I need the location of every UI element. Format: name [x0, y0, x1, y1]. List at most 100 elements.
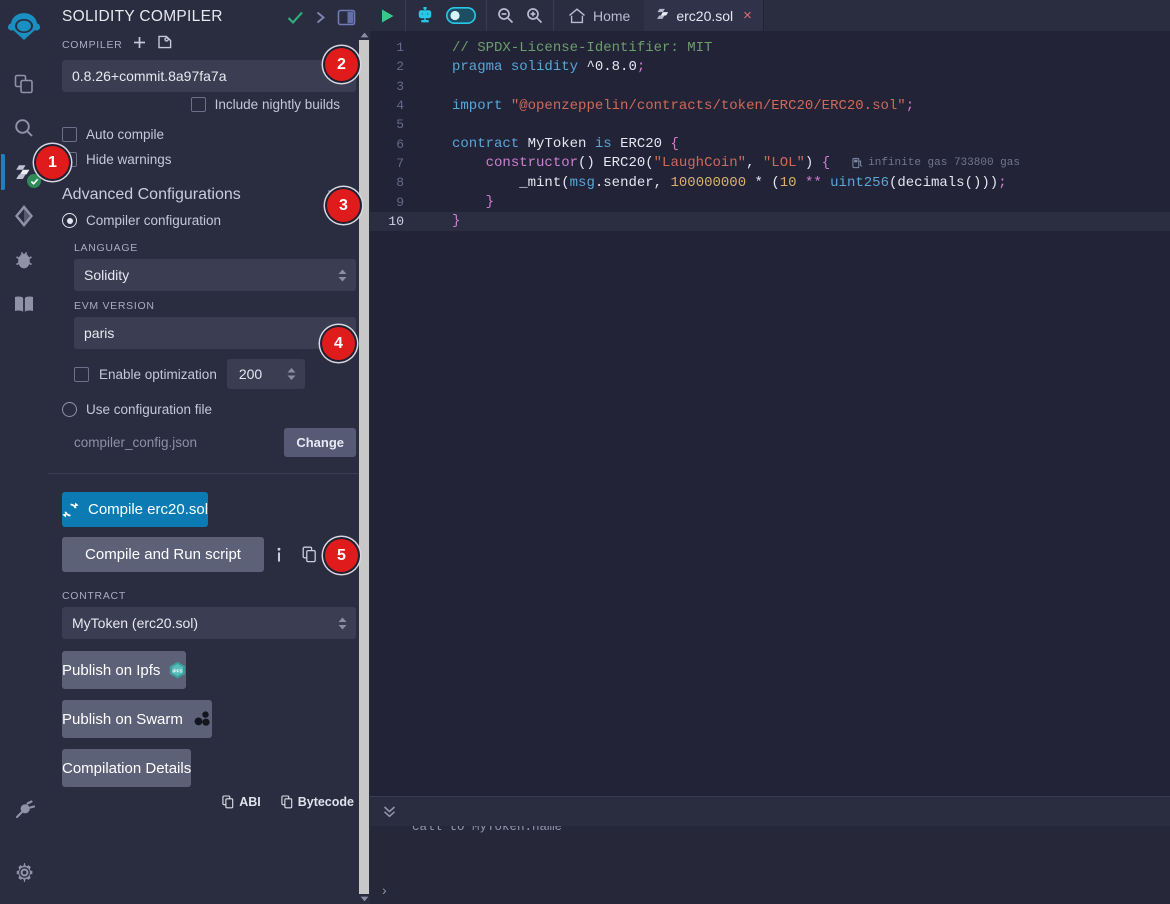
- line-number: 7: [396, 155, 404, 171]
- library-icon[interactable]: [2, 282, 46, 326]
- settings-gear-icon[interactable]: [2, 850, 46, 894]
- line-number: 6: [396, 136, 404, 152]
- enable-optimization-label: Enable optimization: [99, 366, 217, 382]
- play-icon[interactable]: [380, 8, 395, 24]
- code-line: 10 }: [370, 211, 1170, 231]
- remix-logo-icon[interactable]: [0, 4, 48, 56]
- use-configuration-file-radio[interactable]: [62, 402, 77, 417]
- auto-compile-label: Auto compile: [86, 127, 165, 142]
- code-editor[interactable]: 1 // SPDX-License-Identifier: MIT 2 prag…: [370, 32, 1170, 796]
- check-icon[interactable]: [287, 10, 304, 25]
- line-number: 2: [396, 59, 404, 75]
- language-value: Solidity: [84, 267, 130, 283]
- line-number: 3: [396, 78, 404, 94]
- stepper-arrows-icon: [337, 616, 348, 631]
- editor-tabs: erc20.sol ×: [644, 0, 764, 31]
- ai-group: [406, 0, 487, 31]
- close-icon[interactable]: ×: [743, 7, 752, 24]
- ai-toggle[interactable]: [446, 7, 476, 24]
- badge-number: 5: [337, 546, 346, 564]
- debugger-icon[interactable]: [2, 238, 46, 282]
- refresh-icon: [62, 502, 79, 518]
- gas-pump-icon: [852, 157, 863, 169]
- compiler-configuration-radio[interactable]: [62, 213, 77, 228]
- chevron-double-down-icon[interactable]: [382, 804, 397, 819]
- code-line: 1 // SPDX-License-Identifier: MIT: [370, 38, 1170, 57]
- main-area: Home erc20.sol × 1 // SPDX-License-Ident…: [370, 0, 1170, 904]
- compiler-configuration-label: Compiler configuration: [86, 213, 222, 228]
- scroll-down-arrow-icon[interactable]: [358, 894, 370, 904]
- code-line: 2 pragma solidity ^0.8.0;: [370, 57, 1170, 76]
- tab-erc20-sol[interactable]: erc20.sol ×: [644, 0, 764, 31]
- copy-icon: [222, 795, 234, 809]
- info-icon[interactable]: [264, 546, 294, 564]
- compile-button[interactable]: Compile erc20.sol: [62, 492, 209, 527]
- compile-and-run-button[interactable]: Compile and Run script: [62, 537, 264, 572]
- terminal-last-line: call to MyToken.name: [412, 826, 563, 834]
- line-number: 10: [388, 213, 404, 229]
- deploy-run-icon[interactable]: [2, 194, 46, 238]
- home-tab[interactable]: Home: [554, 0, 644, 31]
- include-nightly-row: Include nightly builds: [48, 92, 370, 117]
- change-config-button[interactable]: Change: [284, 428, 356, 457]
- line-number: 1: [396, 40, 404, 56]
- use-configuration-file-row: Use configuration file: [48, 397, 370, 422]
- home-label: Home: [593, 7, 631, 24]
- panel-header: SOLIDITY COMPILER: [48, 0, 370, 28]
- enable-optimization-checkbox[interactable]: [74, 366, 89, 382]
- copy-abi-button[interactable]: ABI: [222, 795, 261, 809]
- gas-estimate-text: infinite gas 733800 gas: [868, 157, 1020, 170]
- custom-compiler-icon[interactable]: [157, 34, 173, 55]
- panel-scrollbar-thumb[interactable]: [359, 40, 369, 894]
- advanced-configurations-header[interactable]: Advanced Configurations: [48, 172, 370, 208]
- panel-layout-icon[interactable]: [337, 9, 356, 26]
- line-number: 4: [396, 98, 404, 114]
- copy-icon[interactable]: [294, 546, 324, 563]
- tab-label: erc20.sol: [676, 7, 734, 24]
- line-number: 5: [396, 117, 404, 133]
- badge-number: 2: [337, 55, 346, 73]
- chevron-right-icon[interactable]: [314, 10, 327, 25]
- zoom-out-icon[interactable]: [497, 7, 514, 24]
- zoom-in-icon[interactable]: [526, 7, 543, 24]
- publish-swarm-button[interactable]: Publish on Swarm: [62, 700, 212, 738]
- auto-compile-checkbox[interactable]: [62, 127, 77, 142]
- evm-version-select[interactable]: paris: [74, 317, 356, 349]
- line-number: 8: [396, 175, 404, 191]
- annotation-badge-5: 5: [325, 539, 358, 572]
- contract-select[interactable]: MyToken (erc20.sol): [62, 607, 356, 639]
- include-nightly-label: Include nightly builds: [214, 97, 340, 112]
- publish-ipfs-label: Publish on Ipfs: [62, 661, 161, 679]
- copy-bytecode-button[interactable]: Bytecode: [281, 795, 354, 809]
- search-icon[interactable]: [2, 106, 46, 150]
- plugin-manager-icon[interactable]: [2, 788, 46, 832]
- publish-ipfs-button[interactable]: Publish on Ipfs IPFS: [62, 651, 187, 689]
- terminal-prompt[interactable]: ›: [382, 882, 387, 898]
- panel-scrollbar[interactable]: [358, 30, 370, 904]
- code-lines: 1 // SPDX-License-Identifier: MIT 2 prag…: [370, 32, 1170, 231]
- optimization-runs-input[interactable]: 200: [226, 359, 305, 389]
- plus-icon[interactable]: [132, 35, 147, 55]
- ipfs-icon: IPFS: [169, 661, 186, 679]
- terminal-body[interactable]: call to MyToken.name ›: [370, 826, 1170, 904]
- evm-version-label: EVM VERSION: [74, 300, 155, 312]
- compiler-version-select[interactable]: 0.8.26+commit.8a97fa7a: [62, 60, 356, 92]
- abi-bytecode-row: ABI Bytecode: [48, 787, 370, 809]
- code-line: 6 contract MyToken is ERC20 {: [370, 134, 1170, 153]
- robot-icon[interactable]: [416, 6, 434, 25]
- compile-button-label: Compile erc20.sol: [88, 501, 209, 518]
- include-nightly-checkbox[interactable]: [190, 97, 206, 112]
- compilation-details-button[interactable]: Compilation Details: [62, 749, 192, 787]
- file-explorer-icon[interactable]: [2, 62, 46, 106]
- code-text: _mint(msg.sender, 100000000 * (10 ** uin…: [519, 174, 1007, 191]
- evm-version-value: paris: [84, 325, 115, 341]
- language-select[interactable]: Solidity: [74, 259, 356, 291]
- annotation-badge-4: 4: [322, 327, 355, 360]
- solidity-file-icon: [655, 8, 669, 23]
- left-icon-rail: [0, 0, 48, 904]
- optimization-row: Enable optimization 200: [48, 349, 370, 397]
- code-line: 4 import "@openzeppelin/contracts/token/…: [370, 96, 1170, 115]
- language-label: LANGUAGE: [74, 242, 138, 254]
- scroll-up-arrow-icon[interactable]: [358, 30, 370, 40]
- svg-text:IPFS: IPFS: [173, 668, 183, 673]
